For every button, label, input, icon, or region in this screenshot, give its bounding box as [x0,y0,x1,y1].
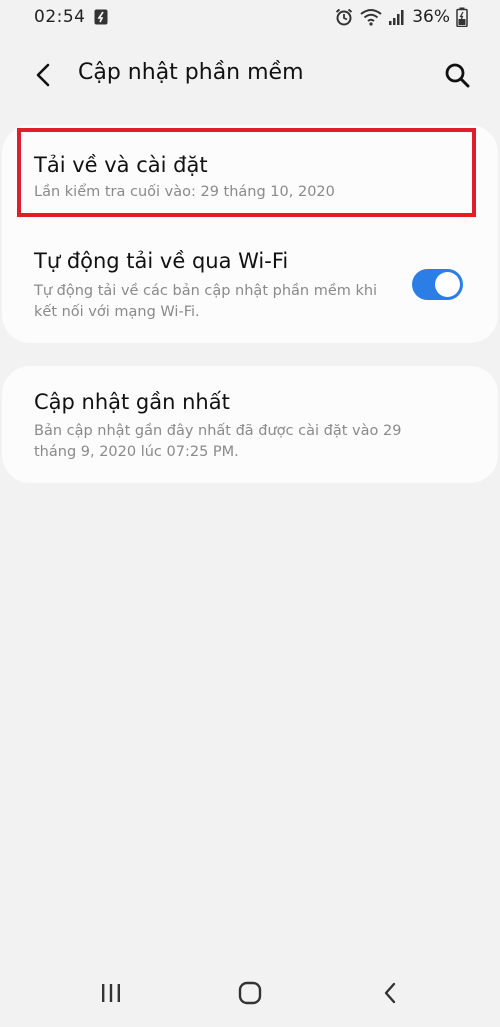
download-install-title: Tải về và cài đặt [34,153,208,177]
page-title: Cập nhật phần mềm [78,60,304,85]
battery-icon [456,7,468,27]
battery-percent: 36% [412,7,450,27]
last-update-card: Cập nhật gần nhất Bản cập nhật gần đây n… [2,366,498,483]
wifi-icon [360,9,382,26]
download-install-subtitle: Lần kiểm tra cuối vào: 29 tháng 10, 2020 [34,184,335,200]
last-update-subtitle: Bản cập nhật gần đây nhất đã được cài đặ… [34,423,402,460]
recent-apps-icon [102,984,120,1002]
toggle-knob [435,272,460,297]
alarm-icon [336,8,353,26]
status-time: 02:54 [34,7,86,27]
update-settings-card: Tải về và cài đặt Lần kiểm tra cuối vào:… [2,125,498,343]
auto-download-subtitle: Tự động tải về các bản cập nhật phần mềm… [34,283,378,320]
back-arrow-icon [36,63,50,87]
auto-download-title: Tự động tải về qua Wi-Fi [34,249,289,273]
recent-apps-button[interactable] [91,978,131,1008]
last-update-row[interactable]: Cập nhật gần nhất Bản cập nhật gần đây n… [2,366,498,483]
back-button[interactable] [26,58,60,92]
download-install-row[interactable]: Tải về và cài đặt Lần kiểm tra cuối vào:… [2,125,498,225]
auto-download-toggle[interactable] [412,269,463,300]
nav-back-button[interactable] [370,978,410,1008]
search-icon [445,63,470,88]
signal-icon [389,10,404,25]
status-icons: 36% [334,6,468,28]
back-icon [384,982,396,1004]
last-update-title: Cập nhật gần nhất [34,390,230,414]
status-bar: 02:54 36% [0,0,500,36]
app-header: Cập nhật phần mềm [0,40,500,110]
sync-icon [94,9,108,25]
search-button[interactable] [440,58,474,92]
navigation-bar [0,960,500,1027]
home-button[interactable] [230,978,270,1008]
home-icon [238,981,262,1005]
